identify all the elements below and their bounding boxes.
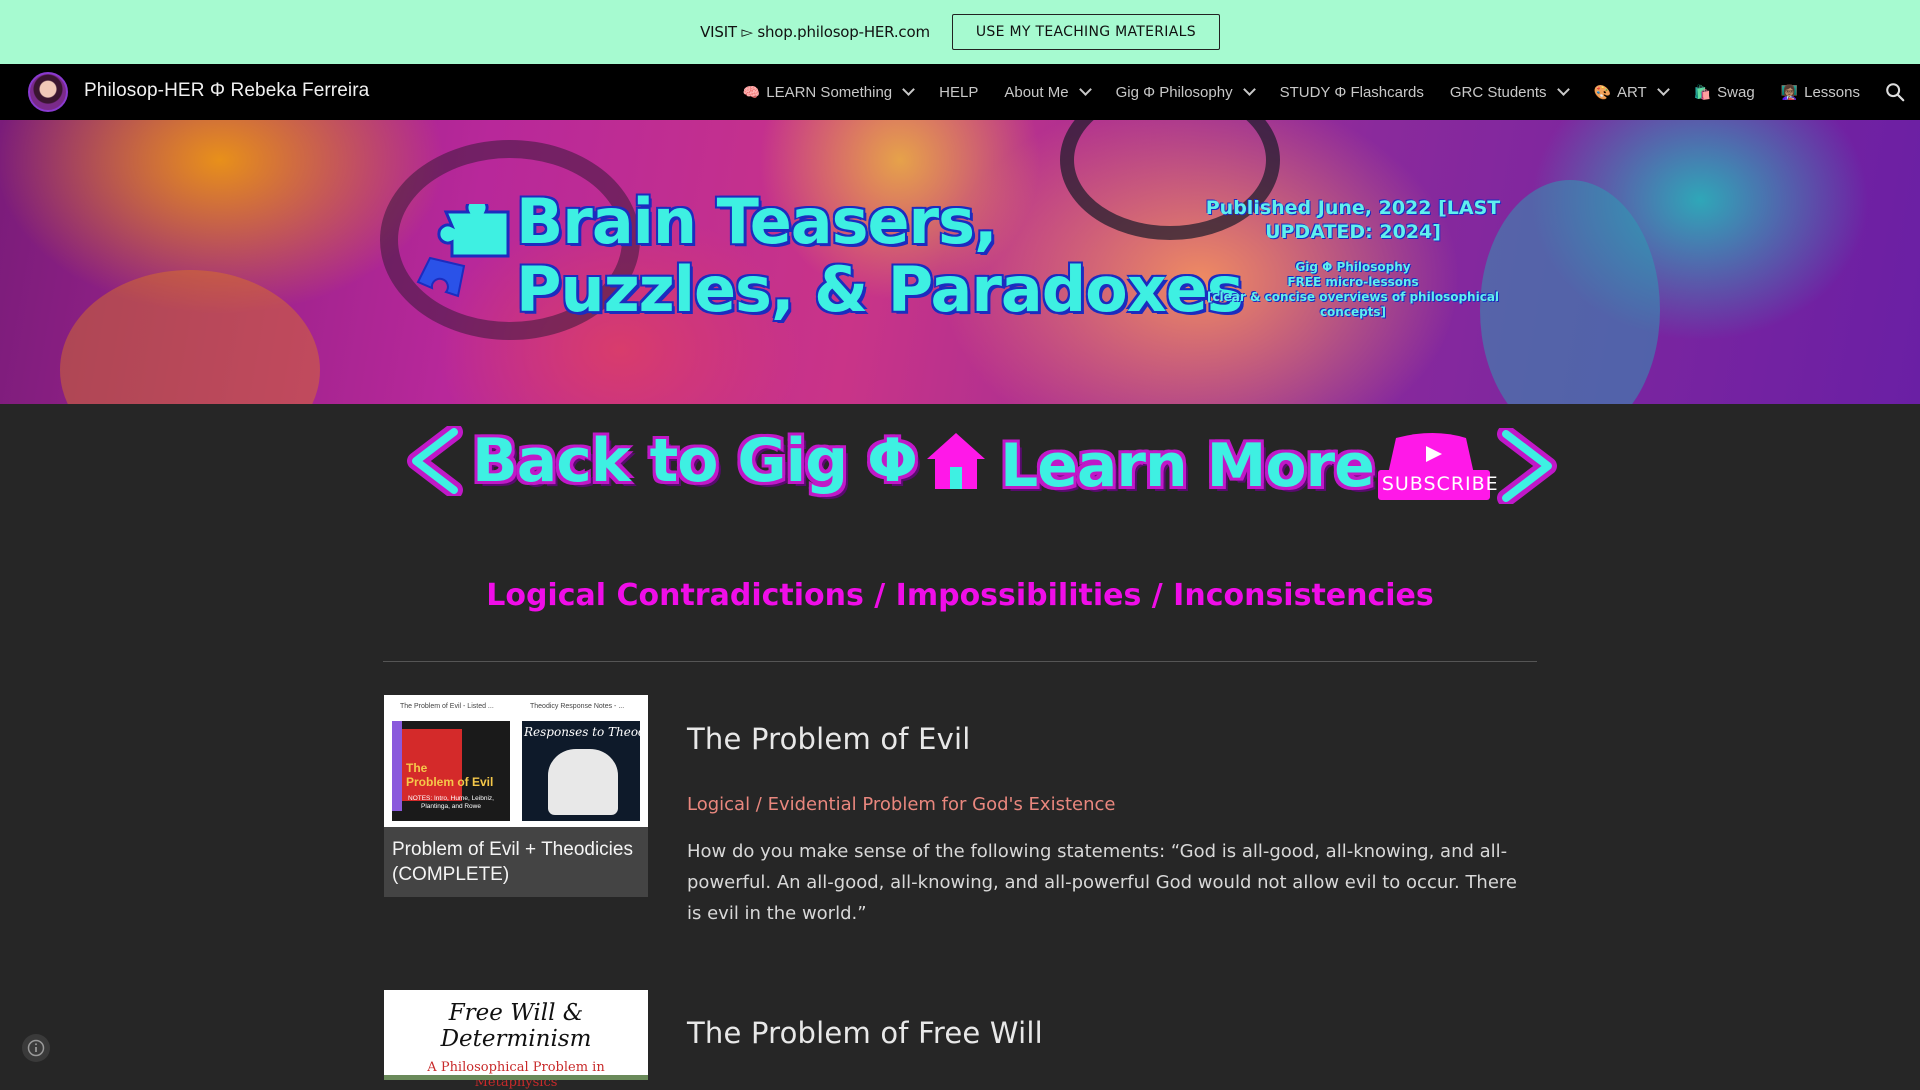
learn-more-label: Learn More [1000,431,1375,501]
subscribe-label: SUBSCRIBE [1381,473,1499,495]
thumb-left-notes: NOTES: Intro, Hume, Leibniz, Plantinga, … [408,795,494,810]
home-icon [927,433,986,489]
puzzle-icon [416,204,510,298]
back-button-label: Back to Gig Φ [472,426,918,496]
right-arrow-icon [1496,428,1557,504]
card-caption: Problem of Evil + Theodicies (COMPLETE) [392,839,633,885]
learn-more-button[interactable]: Learn More SUBSCRIBE [1000,428,1558,504]
thumb-right-title: Responses to Theodicies [524,725,648,739]
thumb-left-doc: The Problem of Evil - Listed ... The Pro… [390,701,512,823]
chevron-down-icon[interactable] [1656,83,1670,96]
announcement-bar: VISIT ▻ shop.philosop-HER.com USE MY TEA… [0,0,1920,64]
nav-item-art[interactable]: 🎨 ART [1593,83,1670,101]
nav-item-lessons[interactable]: 👩🏽‍🏫 Lessons [1781,84,1860,101]
series-name: Gig Φ Philosophy [1295,260,1411,274]
nav-menu: 🧠 LEARN Something HELP About Me Gig Φ Ph… [717,64,1860,120]
brain-icon: 🧠 [742,83,761,100]
nav-item-gig-philosophy[interactable]: Gig Φ Philosophy [1115,83,1256,101]
free-will-thumb-art [384,1075,648,1080]
thumb-right-header: Theodicy Response Notes - ... [530,703,625,710]
entry-subtitle: Logical / Evidential Problem for God's E… [687,794,1116,815]
nav-item-label: Lessons [1804,83,1860,101]
series-description: Gig Φ Philosophy FREE micro-lessons [cle… [1188,260,1518,320]
thumb-right-doc: Theodicy Response Notes - ... Responses … [520,701,648,823]
thumb-left-title-line: Problem of Evil [406,775,494,789]
site-logo[interactable] [28,72,68,112]
series-tagline: FREE micro-lessons [1287,275,1419,289]
info-icon[interactable] [22,1034,50,1062]
published-date: Published June, 2022 [LAST UPDATED: 2024… [1205,197,1501,243]
nav-item-grc-students[interactable]: GRC Students [1449,83,1570,101]
entry-title: The Problem of Evil [687,722,971,756]
shopping-bags-icon: 🛍️ [1693,83,1712,100]
site-title[interactable]: Philosop-HER Φ Rebeka Ferreira [84,80,369,102]
site-navbar: Philosop-HER Φ Rebeka Ferreira 🧠 LEARN S… [0,64,1920,120]
entry-title: The Problem of Free Will [687,1016,1043,1050]
series-note: [clear & concise overviews of philosophi… [1206,290,1500,319]
nav-item-label: STUDY Φ Flashcards [1279,83,1424,101]
nav-item-about-me[interactable]: About Me [1004,83,1092,101]
nav-item-study-flashcards[interactable]: STUDY Φ Flashcards [1280,84,1424,101]
entry-description: How do you make sense of the following s… [687,841,1517,924]
section-divider [383,661,1537,662]
card-thumbnail: The Problem of Evil - Listed ... The Pro… [384,695,648,827]
thumb-left-header: The Problem of Evil - Listed ... [400,703,494,710]
thumb-right-art: Responses to Theodicies [522,721,648,821]
section-heading: Logical Contradictions / Impossibilities… [486,578,1434,613]
chevron-down-icon[interactable] [1078,83,1092,96]
nav-item-label: Gig Φ Philosophy [1115,83,1233,101]
thumb-left-title: The Problem of Evil [406,761,493,789]
teaching-materials-button[interactable]: USE MY TEACHING MATERIALS [951,14,1220,50]
nav-item-label: LEARN Something [766,83,893,101]
hero-banner: Brain Teasers, Puzzles, & Paradoxes Publ… [0,120,1920,404]
nav-item-swag[interactable]: 🛍️ Swag [1694,84,1755,101]
chevron-down-icon[interactable] [1556,83,1570,96]
hero-title-line: Brain Teasers, [516,185,998,258]
hero-title-line: Puzzles, & Paradoxes [516,253,1244,326]
nav-item-label: ART [1616,83,1647,101]
visit-shop-text[interactable]: VISIT ▻ shop.philosop-HER.com [700,23,930,41]
nav-item-learn-something[interactable]: 🧠 LEARN Something [742,83,916,101]
nav-item-label: HELP [939,83,979,101]
nav-item-label: About Me [1004,83,1069,101]
nav-item-label: GRC Students [1449,83,1547,101]
hero-decor [60,270,320,404]
hero-buttons: Back to Gig Φ Learn More SUBSCRIBE [0,404,1920,534]
free-will-thumb-title: Free Will & Determinism [440,1000,592,1052]
subscribe-badge: SUBSCRIBE [1377,430,1499,502]
teacher-icon: 👩🏽‍🏫 [1780,83,1799,100]
info-glyph [27,1039,45,1057]
thumb-right-figure [548,749,618,815]
palette-icon: 🎨 [1593,83,1611,100]
back-to-gig-button[interactable]: Back to Gig Φ [406,426,989,496]
nav-item-help[interactable]: HELP [939,84,978,101]
free-will-card[interactable]: Free Will & Determinism A Philosophical … [384,990,648,1090]
nav-item-label: Swag [1717,83,1755,101]
left-arrow-icon [407,426,463,496]
thumb-left-title-line: The [406,761,428,775]
chevron-down-icon[interactable] [1242,83,1256,96]
chevron-down-icon[interactable] [902,83,916,96]
search-icon[interactable] [1884,81,1906,103]
thumb-left-art: The Problem of Evil NOTES: Intro, Hume, … [392,721,510,821]
problem-of-evil-card[interactable]: The Problem of Evil - Listed ... The Pro… [384,695,648,897]
hero-title: Brain Teasers, Puzzles, & Paradoxes [516,185,1244,326]
